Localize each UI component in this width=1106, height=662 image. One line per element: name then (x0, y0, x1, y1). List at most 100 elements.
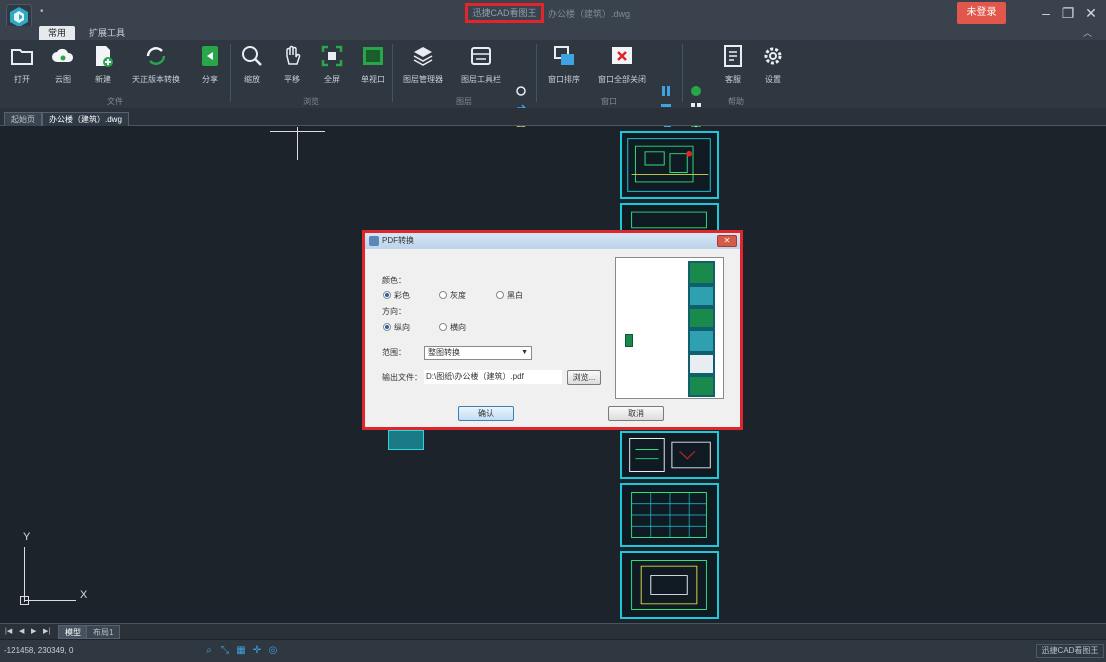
grid-icon[interactable]: ▦ (235, 645, 247, 657)
orientation-radio-landscape[interactable] (439, 323, 447, 331)
close-all-windows-button[interactable]: 窗口全部关闭 (592, 44, 652, 92)
layer-toolbar-icon (471, 47, 491, 65)
range-label: 范围： (382, 348, 406, 357)
layers-icon (413, 47, 433, 66)
tab-model[interactable]: 模型 (58, 625, 88, 639)
ortho-icon[interactable]: ✛ (251, 645, 263, 657)
layer-manager-button[interactable]: 图层管理器 (398, 44, 448, 92)
app-title: 迅捷CAD看图王 (465, 3, 544, 23)
ucs-origin-icon (20, 596, 29, 605)
single-viewport-button[interactable]: 单视口 (356, 44, 390, 92)
color-option-color-label: 彩色 (394, 291, 410, 300)
minimize-icon[interactable]: – (1036, 3, 1056, 23)
cloud-button[interactable]: 云图 (46, 44, 80, 92)
orientation-landscape-label: 横向 (450, 323, 466, 332)
login-button[interactable]: 未登录 (957, 2, 1006, 24)
zoom-label: 缩放 (244, 75, 260, 84)
status-bar: -121458, 230349, 0 ⌕ ⤡ ▦ ✛ ◎ 迅捷CAD看图王 (0, 640, 1106, 662)
open-button[interactable]: 打开 (6, 44, 38, 92)
dialog-close-icon[interactable]: ✕ (717, 235, 737, 247)
range-select[interactable]: 整图转换 ▼ (424, 346, 532, 360)
tab-common[interactable]: 常用 (39, 26, 75, 40)
support-label: 客服 (725, 75, 741, 84)
color-option-bw-label: 黑白 (507, 291, 523, 300)
ribbon-separator (536, 44, 537, 102)
first-layout-icon[interactable]: |◀ (5, 627, 12, 635)
document-tab-strip: 起始页 办公楼（建筑）.dwg (0, 108, 1106, 126)
quick-access-dot[interactable]: • (40, 6, 44, 17)
close-all-windows-icon (612, 47, 632, 64)
confirm-button[interactable]: 确认 (458, 406, 514, 421)
cancel-button[interactable]: 取消 (608, 406, 664, 421)
window-sort-icon (554, 46, 574, 65)
color-radio-gray[interactable] (439, 291, 447, 299)
pdf-dialog-icon (369, 236, 379, 246)
object-snap-icon[interactable]: ◎ (267, 645, 279, 657)
tab-extension-tools[interactable]: 扩展工具 (82, 26, 132, 40)
range-select-value: 整图转换 (428, 348, 460, 357)
ucs-y-label: Y (23, 531, 31, 543)
document-title: 办公楼（建筑）.dwg (548, 9, 631, 19)
ucs-y-axis (24, 547, 25, 602)
window-sort-button[interactable]: 窗口排序 (542, 44, 586, 92)
tab-layout1[interactable]: 布局1 (86, 625, 121, 639)
pan-button[interactable]: 平移 (276, 44, 308, 92)
tianzheng-convert-label: 天正版本转换 (132, 75, 180, 84)
next-layout-icon[interactable]: ▶ (31, 627, 36, 635)
cloud-label: 云图 (55, 75, 71, 84)
orientation-radio-portrait[interactable] (383, 323, 391, 331)
new-file-button[interactable]: 新建 (86, 44, 120, 92)
menu-bar: 常用 扩展工具 ︿ (0, 26, 1106, 40)
output-file-label: 输出文件： (382, 373, 422, 382)
ucs-x-label: X (80, 589, 88, 601)
ucs-x-axis (24, 600, 76, 601)
color-option-gray-label: 灰度 (450, 291, 466, 300)
dialog-title: PDF转换 (382, 236, 414, 245)
convert-icon (146, 47, 166, 65)
chevron-down-icon: ▼ (521, 349, 528, 356)
fullscreen-button[interactable]: 全屏 (316, 44, 348, 92)
pdf-preview (615, 257, 724, 399)
hand-pan-icon (286, 45, 301, 65)
prev-layout-icon[interactable]: ◀ (19, 627, 24, 635)
settings-icon (764, 47, 782, 65)
support-icon (724, 45, 742, 67)
drawing-sheet (620, 131, 719, 199)
title-bar: • 迅捷CAD看图王 办公楼（建筑）.dwg 未登录 – ❐ ✕ (0, 0, 1106, 30)
color-label: 颜色： (382, 276, 406, 285)
drawing-thumbnail (388, 430, 424, 450)
last-layout-icon[interactable]: ▶| (43, 627, 50, 635)
snap-icon[interactable]: ⤡ (219, 645, 231, 657)
orientation-label: 方向： (382, 307, 406, 316)
drawing-sheet (620, 431, 719, 479)
browse-button[interactable]: 浏览... (567, 370, 601, 385)
settings-button[interactable]: 设置 (756, 44, 790, 92)
tab-office-building-dwg[interactable]: 办公楼（建筑）.dwg (42, 112, 129, 126)
zoom-status-icon[interactable]: ⌕ (203, 645, 215, 657)
ribbon-separator (392, 44, 393, 102)
output-path-field[interactable]: D:\图纸\办公楼（建筑）.pdf (424, 370, 562, 384)
close-icon[interactable]: ✕ (1081, 3, 1101, 23)
group-window-label: 窗口 (601, 97, 617, 106)
tab-start-page[interactable]: 起始页 (4, 112, 42, 126)
share-label: 分享 (202, 75, 218, 84)
settings-label: 设置 (765, 75, 781, 84)
support-button[interactable]: 客服 (716, 44, 750, 92)
maximize-icon[interactable]: ❐ (1058, 3, 1078, 23)
group-layer-label: 图层 (456, 97, 472, 106)
zoom-icon (242, 46, 262, 66)
fullscreen-icon (321, 45, 343, 67)
folder-open-icon (11, 49, 33, 65)
layer-toolbar-button[interactable]: 图层工具栏 (456, 44, 506, 92)
window-sort-label: 窗口排序 (548, 75, 580, 84)
cursor-crosshair (297, 127, 298, 160)
preview-mark (625, 334, 633, 347)
orientation-portrait-label: 纵向 (394, 323, 410, 332)
zoom-button[interactable]: 缩放 (236, 44, 268, 92)
ribbon-separator (230, 44, 231, 102)
tianzheng-convert-button[interactable]: 天正版本转换 (124, 44, 188, 92)
color-radio-bw[interactable] (496, 291, 504, 299)
color-radio-color[interactable] (383, 291, 391, 299)
collapse-ribbon-icon[interactable]: ︿ (1083, 28, 1093, 38)
share-button[interactable]: 分享 (194, 44, 226, 92)
